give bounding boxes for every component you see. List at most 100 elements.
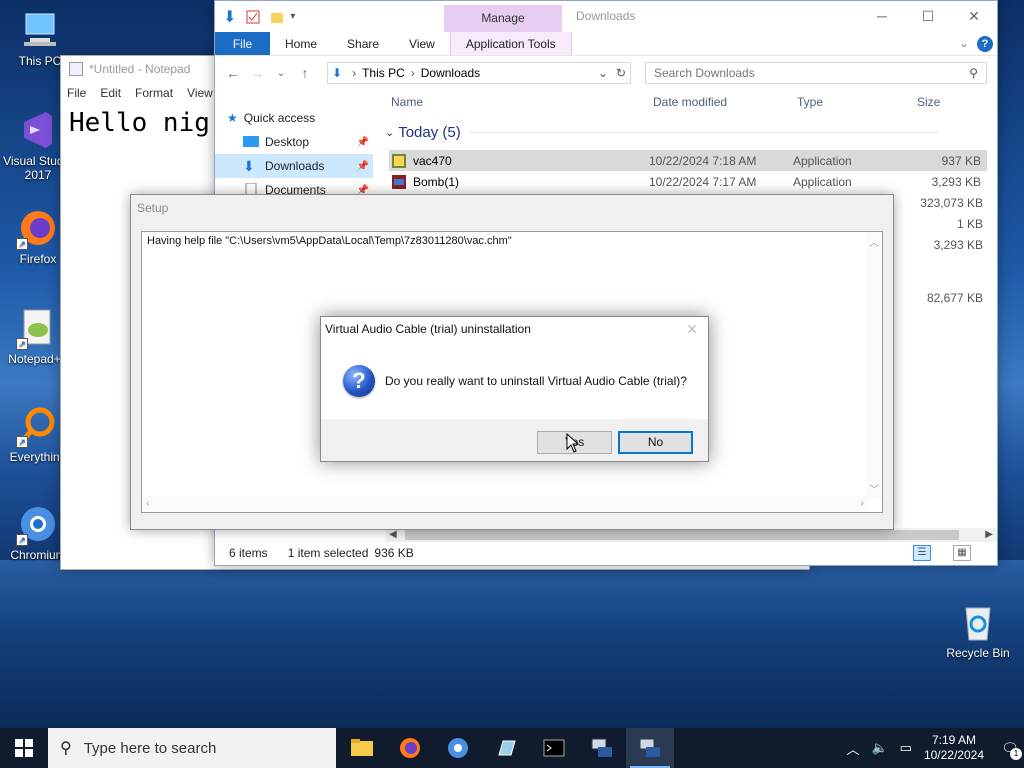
- no-button[interactable]: No: [618, 431, 693, 454]
- ribbon-expand-icon[interactable]: ⌄: [959, 36, 969, 50]
- tab-view[interactable]: View: [394, 32, 450, 55]
- desktop-icon-recycle-bin[interactable]: Recycle Bin: [940, 600, 1016, 660]
- scroll-right-icon[interactable]: ▶: [985, 528, 993, 542]
- everything-search-icon: ↗: [16, 404, 60, 448]
- download-arrow-icon: ⬇: [223, 8, 237, 26]
- properties-icon[interactable]: [246, 10, 260, 24]
- menu-format[interactable]: Format: [135, 86, 173, 100]
- taskbar-uninstaller[interactable]: [626, 728, 674, 768]
- new-folder-icon[interactable]: [270, 10, 284, 24]
- notification-center-button[interactable]: 🗨 1: [996, 728, 1024, 768]
- taskbar-notepad[interactable]: [482, 728, 530, 768]
- taskbar-search-input[interactable]: ⚲ Type here to search: [48, 728, 336, 768]
- file-size-partial: 82,677 KB: [926, 291, 983, 305]
- large-icons-view-icon[interactable]: ▦: [953, 545, 971, 561]
- address-dropdown-icon[interactable]: ⌄: [598, 66, 608, 80]
- dialog-button-bar: Yes No: [321, 419, 708, 461]
- scroll-right-icon[interactable]: ›: [861, 498, 864, 509]
- nav-quick-access[interactable]: ★ Quick access: [215, 106, 373, 130]
- notification-badge: 1: [1010, 748, 1022, 760]
- up-arrow-icon[interactable]: ↑: [293, 65, 317, 81]
- volume-muted-icon[interactable]: 🔈: [871, 740, 887, 756]
- help-icon[interactable]: ?: [977, 36, 993, 52]
- nav-label: Downloads: [265, 159, 325, 173]
- column-headers: Name Date modified Type Size: [385, 90, 997, 116]
- details-view-icon[interactable]: ☰: [913, 545, 931, 561]
- scroll-left-icon[interactable]: ‹: [146, 498, 149, 509]
- scroll-up-icon[interactable]: ︿: [866, 234, 882, 249]
- file-date: 10/22/2024 7:18 AM: [649, 153, 757, 168]
- collapse-chevron-icon: ⌄: [385, 127, 395, 139]
- search-input[interactable]: Search Downloads ⚲: [645, 62, 987, 84]
- file-size-partial: 1 KB: [956, 217, 983, 231]
- mouse-cursor-icon: [566, 433, 580, 453]
- group-header-today[interactable]: ⌄ Today (5): [385, 124, 939, 141]
- minimize-icon[interactable]: ─: [859, 1, 905, 31]
- close-icon[interactable]: ✕: [686, 317, 698, 341]
- view-toggle: ☰ ▦: [911, 545, 991, 561]
- close-icon[interactable]: ✕: [951, 1, 997, 31]
- forward-arrow-icon[interactable]: →: [245, 65, 269, 81]
- this-pc-icon: [18, 8, 62, 52]
- refresh-icon[interactable]: ↻: [616, 66, 626, 80]
- scroll-down-icon[interactable]: ﹀: [866, 481, 882, 496]
- clock-date: 10/22/2024: [923, 748, 984, 762]
- uninstall-dialog[interactable]: Virtual Audio Cable (trial) uninstallati…: [320, 316, 709, 462]
- qat-dropdown-icon[interactable]: ▾: [290, 11, 295, 22]
- vertical-scrollbar[interactable]: ︿ ﹀: [866, 232, 882, 498]
- file-row-bomb[interactable]: Bomb(1) 10/22/2024 7:17 AM Application 3…: [389, 171, 987, 192]
- taskbar-command-prompt[interactable]: [530, 728, 578, 768]
- breadcrumb-separator-icon: ›: [410, 66, 415, 80]
- firefox-icon: ↗: [16, 206, 60, 250]
- menu-file[interactable]: File: [67, 86, 86, 100]
- menu-edit[interactable]: Edit: [100, 86, 121, 100]
- clock[interactable]: 7:19 AM 10/22/2024: [924, 733, 984, 763]
- chevron-up-icon[interactable]: ︿: [846, 739, 859, 758]
- taskbar-chromium[interactable]: [434, 728, 482, 768]
- dialog-title: Virtual Audio Cable (trial) uninstallati…: [325, 322, 531, 336]
- column-type[interactable]: Type: [797, 95, 823, 109]
- tab-file[interactable]: File: [215, 32, 270, 55]
- file-row-vac470[interactable]: vac470 10/22/2024 7:18 AM Application 93…: [389, 150, 987, 171]
- column-name[interactable]: Name: [391, 95, 423, 109]
- scroll-thumb[interactable]: [405, 530, 959, 540]
- nav-downloads[interactable]: ⬇ Downloads 📌: [215, 154, 373, 178]
- notepad-icon: [69, 62, 83, 76]
- status-bar: 6 items 1 item selected 936 KB ☰ ▦: [215, 541, 997, 565]
- horizontal-scrollbar[interactable]: ◀ ▶: [385, 528, 997, 542]
- breadcrumb-this-pc[interactable]: This PC: [362, 66, 405, 80]
- system-tray: ︿ 🔈 ▭ 7:19 AM 10/22/2024 🗨 1: [840, 728, 1024, 768]
- star-icon: ★: [227, 111, 238, 125]
- dialog-titlebar[interactable]: Virtual Audio Cable (trial) uninstallati…: [321, 317, 708, 341]
- scroll-left-icon[interactable]: ◀: [389, 528, 397, 542]
- taskbar-setup[interactable]: [578, 728, 626, 768]
- taskbar-firefox[interactable]: [386, 728, 434, 768]
- tab-home[interactable]: Home: [270, 32, 332, 55]
- pin-icon: 📌: [356, 160, 369, 172]
- start-button[interactable]: [0, 728, 48, 768]
- shortcut-arrow-icon: ↗: [16, 534, 28, 546]
- address-row: ← → ⌄ ↑ ⬇ › This PC › Downloads ⌄ ↻ Sear…: [215, 56, 997, 90]
- recycle-bin-icon: [956, 600, 1000, 644]
- file-type: Application: [793, 174, 852, 189]
- column-date-modified[interactable]: Date modified: [653, 95, 727, 109]
- ribbon-tabs: File Home Share View Application Tools ⌄…: [215, 32, 997, 56]
- maximize-icon[interactable]: ☐: [905, 1, 951, 31]
- window-controls: ─ ☐ ✕: [859, 1, 997, 31]
- breadcrumb-downloads[interactable]: Downloads: [421, 66, 480, 80]
- tab-manage[interactable]: Manage: [444, 5, 562, 32]
- tab-application-tools[interactable]: Application Tools: [449, 32, 572, 55]
- recent-locations-icon[interactable]: ⌄: [269, 68, 293, 79]
- clock-time: 7:19 AM: [931, 733, 976, 747]
- taskbar-file-explorer[interactable]: [338, 728, 386, 768]
- search-icon: ⚲: [969, 66, 978, 80]
- nav-desktop[interactable]: Desktop 📌: [215, 130, 373, 154]
- tab-share[interactable]: Share: [332, 32, 394, 55]
- visual-studio-icon: [16, 108, 60, 152]
- column-size[interactable]: Size: [917, 95, 940, 109]
- horizontal-scrollbar[interactable]: ‹ ›: [142, 496, 868, 512]
- address-bar[interactable]: ⬇ › This PC › Downloads ⌄ ↻: [327, 62, 631, 84]
- network-icon[interactable]: ▭: [900, 740, 912, 756]
- menu-view[interactable]: View: [187, 86, 213, 100]
- back-arrow-icon[interactable]: ←: [221, 65, 245, 81]
